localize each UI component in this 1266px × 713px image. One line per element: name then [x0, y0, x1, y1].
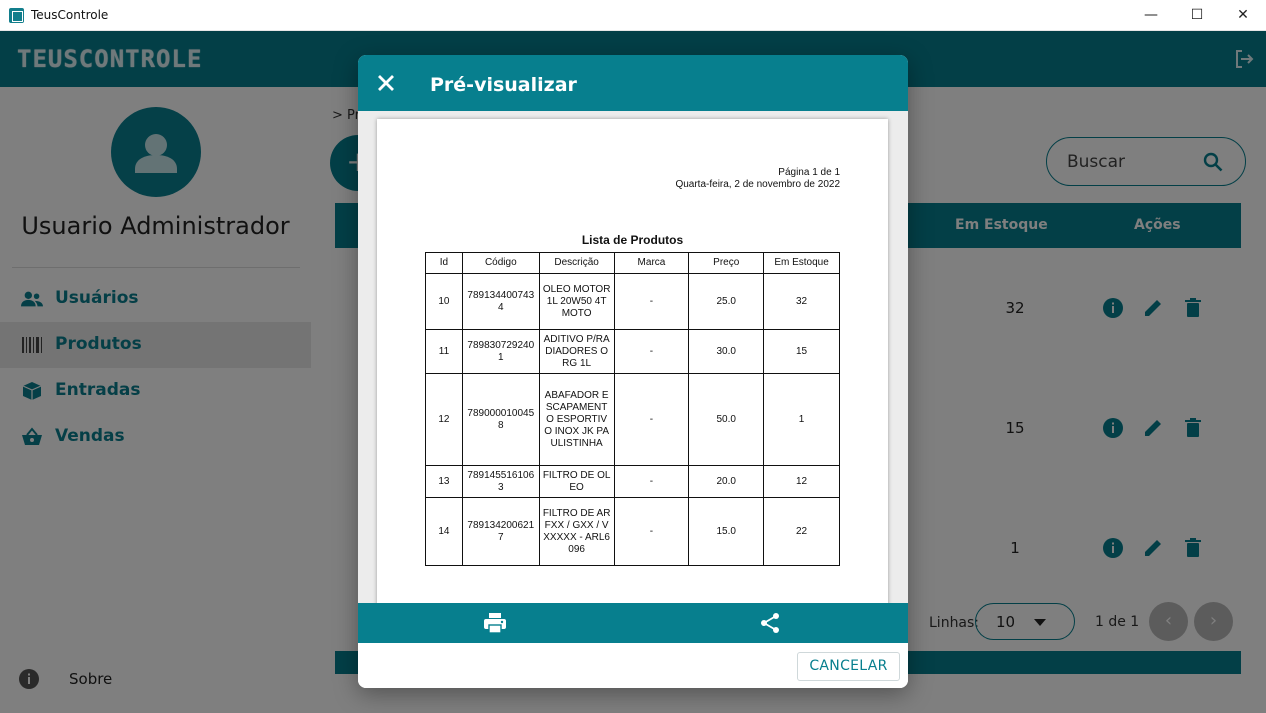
close-icon[interactable]: [374, 71, 398, 95]
report-cell: 32: [763, 273, 840, 330]
report-cell: 50.0: [688, 373, 765, 466]
dialog-title: Pré-visualizar: [430, 74, 577, 96]
report-cell: 7891455161063: [461, 465, 540, 498]
report-page-number: Página 1 de 1: [778, 167, 840, 178]
report-header-row: Id Código Descrição Marca Preço Em Estoq…: [425, 252, 840, 274]
report-cell: 25.0: [688, 273, 765, 330]
report-cell: 15: [763, 329, 840, 374]
report-cell: FILTRO DE OLEO: [538, 465, 615, 498]
report-row: 13 7891455161063 FILTRO DE OLEO - 20.0 1…: [425, 465, 840, 498]
app-icon: [9, 8, 24, 23]
report-cell: 13: [425, 465, 463, 498]
report-row: 11 7898307292401 ADITIVO P/RADIADORES OR…: [425, 329, 840, 374]
report-cell: -: [613, 329, 690, 374]
report-cell: 1: [763, 373, 840, 466]
dialog-header: Pré-visualizar: [358, 55, 908, 111]
report-col-stock: Em Estoque: [763, 252, 840, 274]
report-cell: FILTRO DE AR FXX / GXX / VXXXXX - ARL609…: [538, 497, 615, 566]
dialog-action-bar: [358, 603, 908, 643]
report-col-price: Preço: [688, 252, 765, 274]
report-cell: 7890000100458: [461, 373, 540, 466]
window-titlebar: TeusControle — ☐ ✕: [0, 0, 1266, 31]
report-row: 10 7891344007434 OLEO MOTOR 1L 20W50 4T …: [425, 273, 840, 330]
report-cell: 12: [425, 373, 463, 466]
report-date: Quarta-feira, 2 de novembro de 2022: [675, 179, 840, 190]
preview-dialog: Pré-visualizar Página 1 de 1 Quarta-feir…: [358, 55, 908, 688]
report-cell: -: [613, 497, 690, 566]
report-cell: 10: [425, 273, 463, 330]
report-cell: -: [613, 373, 690, 466]
window-title: TeusControle: [31, 8, 109, 22]
share-icon[interactable]: [758, 612, 782, 634]
report-col-code: Código: [461, 252, 540, 274]
maximize-button[interactable]: ☐: [1174, 0, 1220, 31]
report-cell: -: [613, 465, 690, 498]
report-cell: 7891344007434: [461, 273, 540, 330]
report-cell: ABAFADOR ESCAPAMENTO ESPORTIVO INOX JK P…: [538, 373, 615, 466]
report-table: Id Código Descrição Marca Preço Em Estoq…: [425, 252, 840, 566]
report-col-brand: Marca: [613, 252, 690, 274]
close-window-button[interactable]: ✕: [1220, 0, 1266, 31]
report-cell: ADITIVO P/RADIADORES ORG 1L: [538, 329, 615, 374]
report-cell: 12: [763, 465, 840, 498]
report-row: 14 7891342006217 FILTRO DE AR FXX / GXX …: [425, 497, 840, 566]
report-cell: 11: [425, 329, 463, 374]
report-preview[interactable]: Página 1 de 1 Quarta-feira, 2 de novembr…: [358, 111, 908, 603]
cancel-button[interactable]: CANCELAR: [797, 652, 900, 681]
report-cell: 7898307292401: [461, 329, 540, 374]
report-cell: 14: [425, 497, 463, 566]
print-icon[interactable]: [483, 612, 507, 634]
dialog-footer: CANCELAR: [358, 643, 908, 688]
report-cell: -: [613, 273, 690, 330]
report-col-id: Id: [425, 252, 463, 274]
report-cell: 20.0: [688, 465, 765, 498]
app-window: TeusControle — ☐ ✕ TEUSCONTROLE Usuario …: [0, 0, 1266, 713]
report-cell: OLEO MOTOR 1L 20W50 4T MOTO: [538, 273, 615, 330]
report-cell: 22: [763, 497, 840, 566]
report-cell: 30.0: [688, 329, 765, 374]
report-title: Lista de Produtos: [581, 233, 684, 247]
report-row: 12 7890000100458 ABAFADOR ESCAPAMENTO ES…: [425, 373, 840, 466]
report-cell: 15.0: [688, 497, 765, 566]
report-page: Página 1 de 1 Quarta-feira, 2 de novembr…: [377, 119, 888, 603]
report-col-description: Descrição: [538, 252, 615, 274]
report-cell: 7891342006217: [461, 497, 540, 566]
minimize-button[interactable]: —: [1128, 0, 1174, 31]
